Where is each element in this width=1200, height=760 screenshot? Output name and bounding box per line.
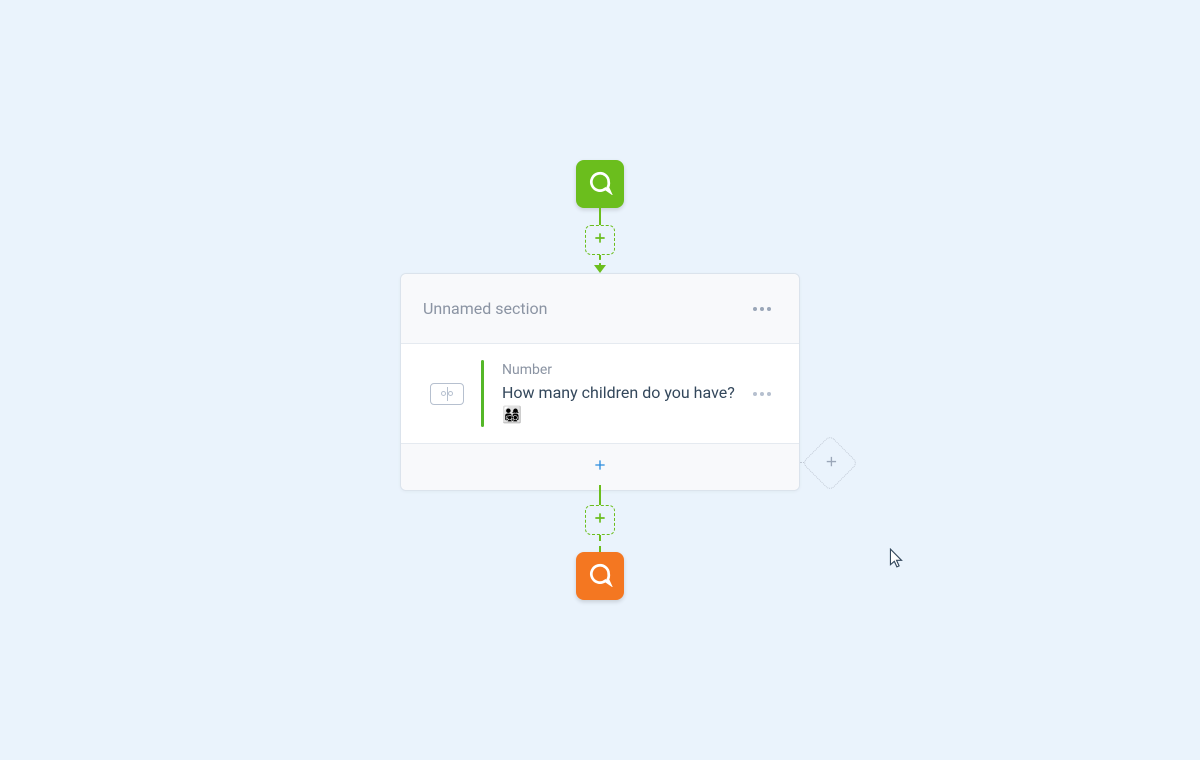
question-type-label: Number (502, 362, 739, 378)
question-more-button[interactable] (747, 386, 777, 402)
question-row[interactable]: Number How many children do you have? 👨‍… (401, 344, 799, 444)
flow-canvas[interactable]: Unnamed section Number How many children… (0, 0, 1200, 760)
end-chat-node[interactable] (576, 552, 624, 600)
connector-line (599, 208, 601, 225)
section-header: Unnamed section (401, 274, 799, 344)
question-text: How many children do you have? 👨‍👩‍👧‍👦 (502, 382, 739, 425)
connector-line (599, 535, 601, 552)
more-horizontal-icon (753, 307, 757, 311)
plus-icon (592, 457, 608, 477)
section-more-button[interactable] (747, 301, 777, 317)
connector-line (599, 485, 601, 505)
more-horizontal-icon (753, 392, 757, 396)
plus-icon (592, 230, 608, 250)
mouse-cursor-icon (889, 548, 903, 572)
arrow-down-icon (594, 265, 606, 273)
add-branch-button[interactable] (802, 435, 859, 492)
plus-icon (817, 450, 842, 475)
add-question-button[interactable] (401, 444, 799, 490)
add-step-button-bottom[interactable] (585, 505, 615, 535)
question-main: Number How many children do you have? 👨‍… (502, 362, 739, 425)
question-accent-bar (481, 360, 484, 427)
chat-bubble-icon (587, 561, 613, 591)
chat-bubble-icon (587, 169, 613, 199)
section-title[interactable]: Unnamed section (423, 299, 547, 318)
add-step-button-top[interactable] (585, 225, 615, 255)
start-chat-node[interactable] (576, 160, 624, 208)
number-field-icon (423, 383, 471, 405)
section-card[interactable]: Unnamed section Number How many children… (400, 273, 800, 491)
plus-icon (592, 510, 608, 530)
